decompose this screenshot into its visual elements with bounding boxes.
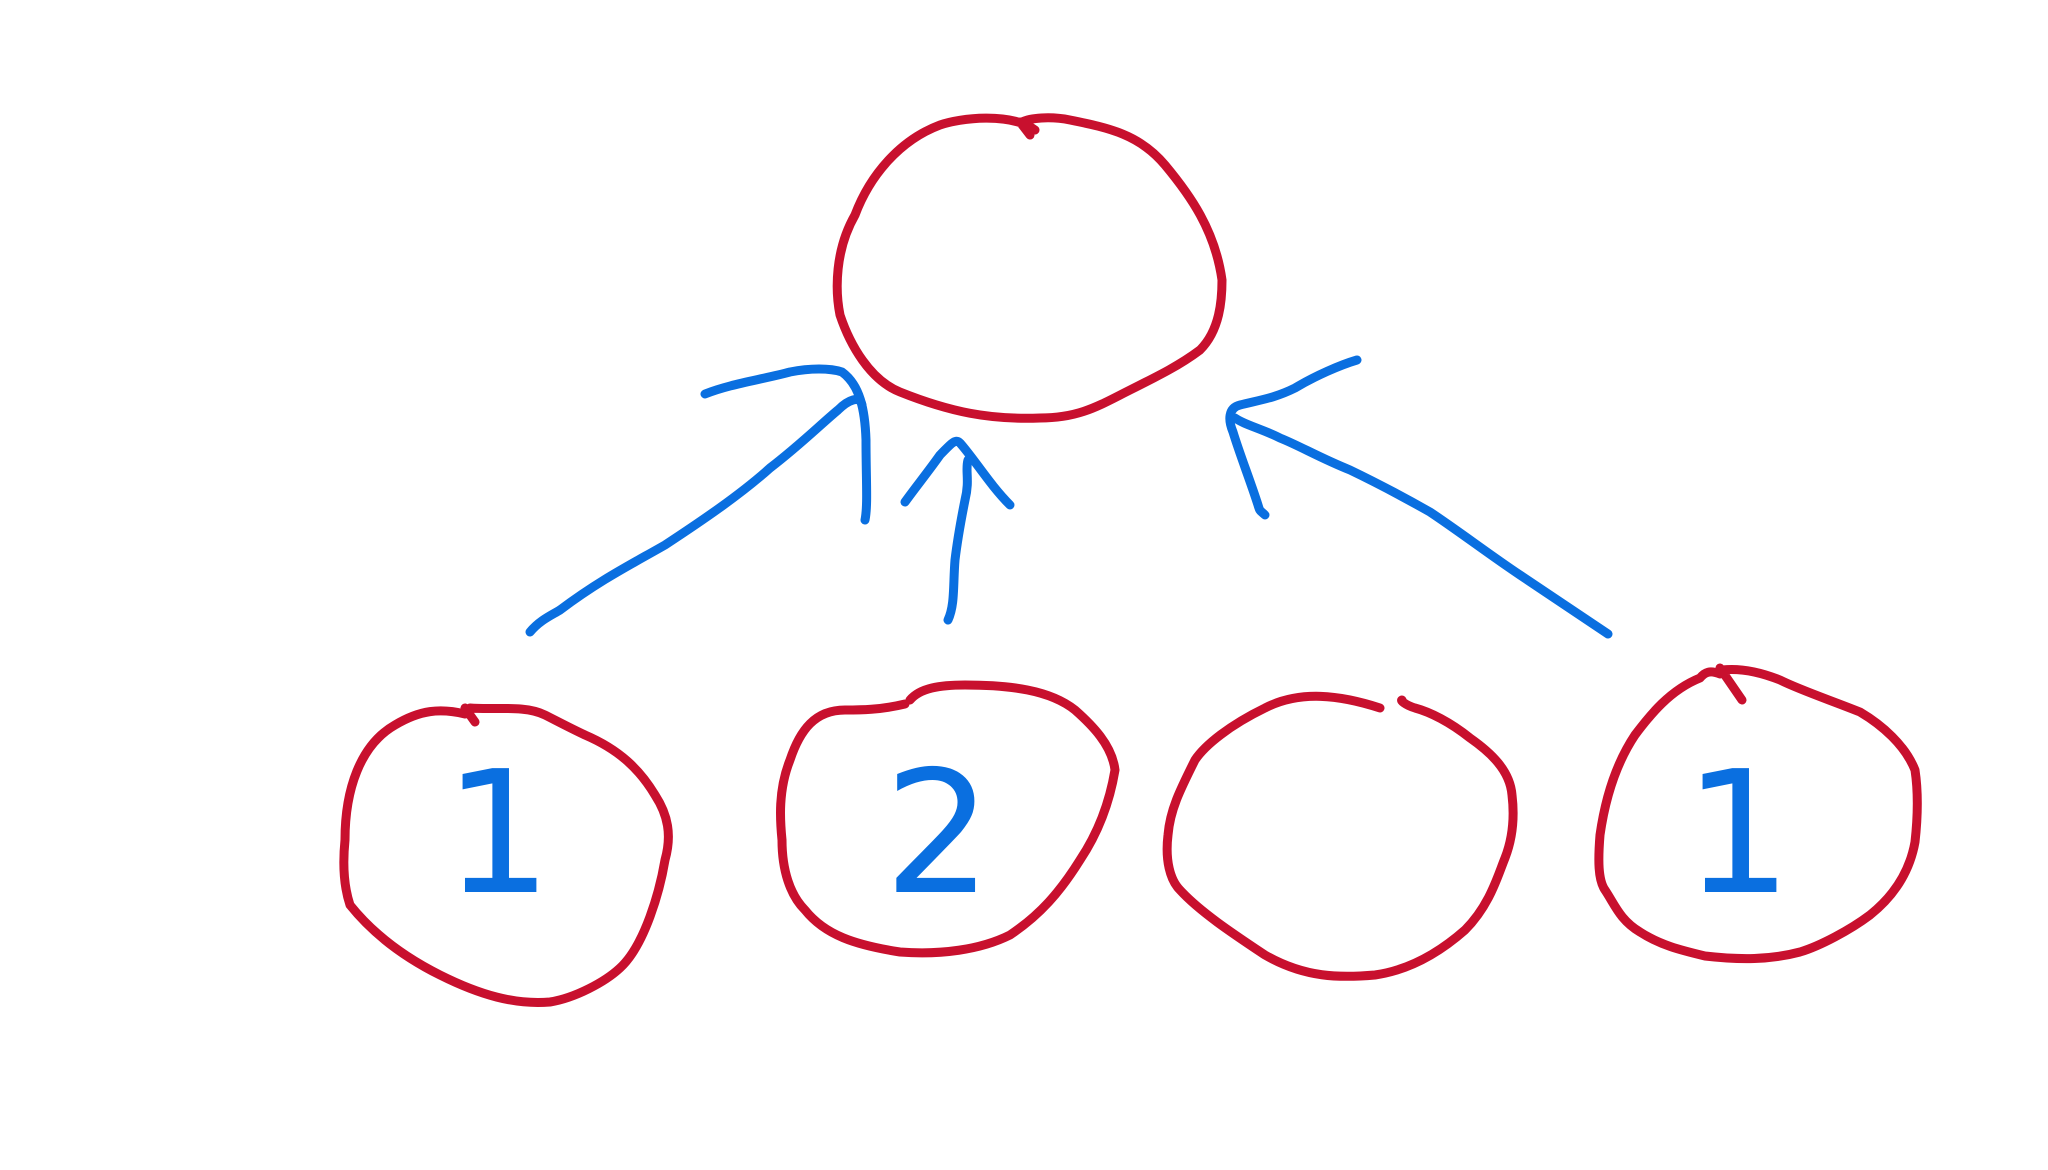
edge-child-2-shaft bbox=[943, 455, 973, 625]
node-child-1: 1 bbox=[339, 703, 673, 1007]
node-child-2-label: 2 bbox=[884, 735, 992, 933]
node-child-4-label: 1 bbox=[1684, 735, 1792, 933]
node-child-3 bbox=[1162, 691, 1518, 981]
node-root bbox=[832, 113, 1227, 423]
node-child-3-outline bbox=[1162, 691, 1518, 981]
node-child-1-label: 1 bbox=[444, 735, 552, 933]
node-child-4: 1 bbox=[1594, 663, 1922, 964]
edge-child-2-to-root bbox=[900, 436, 1015, 625]
edge-child-4-arrowhead bbox=[1225, 355, 1362, 520]
edge-child-4-shaft bbox=[1230, 413, 1613, 639]
edge-child-1-to-root bbox=[525, 364, 872, 637]
tree-diagram: 1 2 1 bbox=[339, 113, 1922, 1007]
edge-child-2-arrowhead bbox=[900, 436, 1015, 510]
edge-child-4-to-root bbox=[1225, 355, 1613, 639]
node-root-outline bbox=[832, 113, 1227, 423]
node-child-2: 2 bbox=[775, 680, 1120, 958]
edge-child-1-shaft bbox=[525, 395, 867, 637]
